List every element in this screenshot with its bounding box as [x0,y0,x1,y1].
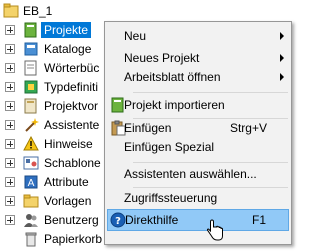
expand-icon[interactable] [5,44,15,54]
expand-icon[interactable] [5,158,15,168]
menu-item-label: Projekt importieren [124,98,225,112]
menu-item-label: Einfügen [124,121,172,135]
tree-item-label: Assistente [44,118,100,132]
menu-item-label: Neu [124,29,147,43]
submenu-arrow-icon [280,54,284,62]
menu-item-zugriffssteuerung[interactable]: Zugriffssteuerung [107,187,289,209]
menu-item-label: Arbeitsblatt öffnen [124,70,221,84]
expand-icon[interactable] [5,215,15,225]
svg-text:?: ? [115,216,121,227]
catalog-icon [24,42,38,56]
hints-icon [23,136,39,151]
hand-cursor-icon [207,219,223,241]
menu-item-label: Assistenten auswählen... [124,167,257,181]
menu-item-projekt-importieren[interactable]: Projekt importieren [107,94,289,116]
menu-item-direkthilfe[interactable]: ? Direkthilfe F1 [107,209,289,231]
menu-item-arbeitsblatt-oeffnen[interactable]: Arbeitsblatt öffnen [107,66,289,88]
recycle-bin-icon [25,232,37,247]
tree-item-label: Kataloge [44,42,92,56]
menu-separator [133,92,288,93]
stencils-icon [23,156,39,170]
submenu-arrow-icon [280,73,284,81]
expand-icon[interactable] [5,25,15,35]
tree-item-label: Schablone [44,156,101,170]
expand-icon[interactable] [5,82,15,92]
expand-icon[interactable] [5,196,15,206]
tree-root-label: EB_1 [23,4,53,18]
menu-item-shortcut: F1 [251,213,266,227]
dictionary-icon [24,60,37,76]
templates-folder-icon [23,194,39,208]
tree-item-label: Typdefiniti [44,80,99,94]
project-templates-icon [24,98,37,114]
menu-item-neu[interactable]: Neu [107,25,289,47]
menu-item-label: Neues Projekt [124,51,200,65]
expand-icon[interactable] [5,120,15,130]
expand-icon[interactable] [5,139,15,149]
tree-item-label: Hinweise [44,137,93,151]
submenu-arrow-icon [280,32,284,40]
expand-icon[interactable] [5,63,15,73]
wizard-icon [25,118,39,132]
user-groups-icon [24,214,38,227]
menu-item-assistenten-auswaehlen[interactable]: Assistenten auswählen... [107,163,289,185]
tree-item-label: Vorlagen [44,194,92,208]
expand-icon[interactable] [5,101,15,111]
tree-item-label: Attribute [44,175,89,189]
menu-item-label: Zugriffssteuerung [124,191,218,205]
tree-item-label: Wörterbüc [44,61,100,75]
menu-item-shortcut: Strg+V [229,121,267,135]
expand-icon[interactable] [5,177,15,187]
tree-item-label: Benutzerg [44,213,99,227]
menu-item-label: Einfügen Spezial [124,140,215,154]
attributes-icon: A [24,175,38,189]
projects-icon [24,22,37,38]
database-icon [3,3,19,18]
context-menu: Neu Neues Projekt Arbeitsblatt öffnen Pr… [104,21,292,245]
tree-item-label: Projektvor [44,99,99,113]
tree-item-label: Projekte [41,22,92,38]
svg-text:A: A [28,178,35,189]
menu-item-label: Direkthilfe [125,213,179,227]
type-definitions-icon [24,80,38,94]
help-icon: ? [110,212,126,228]
menu-item-einfuegen-spezial[interactable]: Einfügen Spezial [107,136,289,158]
tree-item-label: Papierkorb [44,232,103,246]
